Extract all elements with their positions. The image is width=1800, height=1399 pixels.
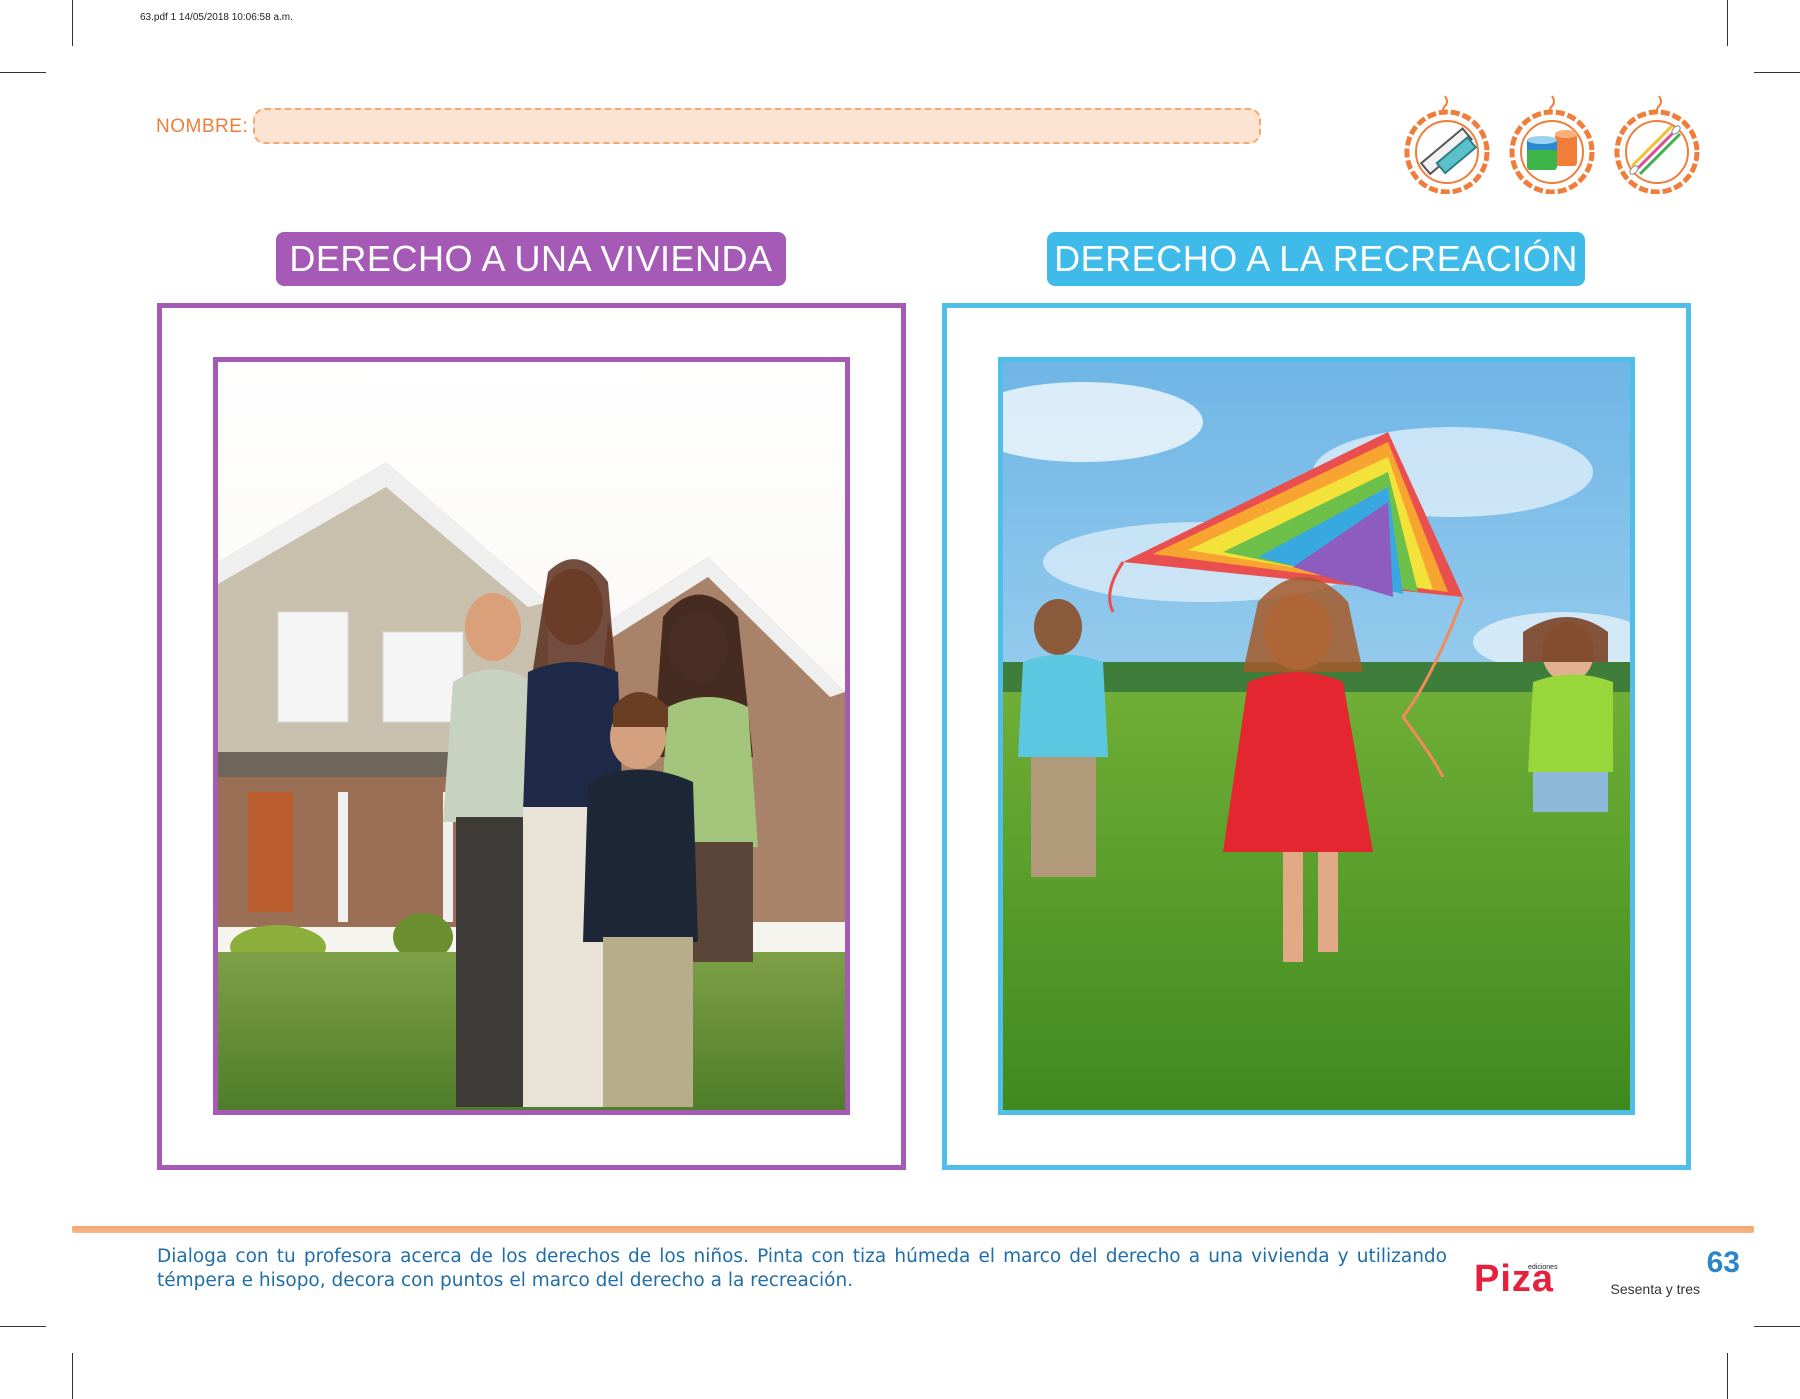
instructions-text: Dialoga con tu profesora acerca de los d… [157, 1246, 1447, 1291]
crop-mark [1754, 1326, 1800, 1327]
crop-mark [1727, 0, 1728, 46]
name-label: NOMBRE: [156, 116, 249, 137]
chalk-icon [1402, 94, 1492, 194]
crop-mark [0, 1326, 46, 1327]
crop-mark [1754, 72, 1800, 73]
footer-rule [72, 1226, 1754, 1233]
print-info: 63.pdf 1 14/05/2018 10:06:58 a.m. [140, 12, 293, 23]
tempera-paint-icon [1507, 94, 1597, 194]
crop-mark [1727, 1353, 1728, 1399]
children-kite-photo [998, 357, 1635, 1115]
page-number: 63 [1706, 1246, 1740, 1279]
cotton-swab-icon [1612, 94, 1702, 194]
crop-mark [72, 0, 73, 46]
family-house-photo [213, 357, 850, 1115]
crop-mark [72, 1353, 73, 1399]
title-derecho-vivienda: DERECHO A UNA VIVIENDA [276, 232, 786, 286]
title-derecho-recreacion: DERECHO A LA RECREACIÓN [1047, 232, 1585, 286]
page-number-words: Sesenta y tres [1610, 1281, 1701, 1297]
name-field[interactable] [253, 108, 1261, 144]
publisher-logo: Piza [1474, 1258, 1555, 1300]
crop-mark [0, 72, 46, 73]
